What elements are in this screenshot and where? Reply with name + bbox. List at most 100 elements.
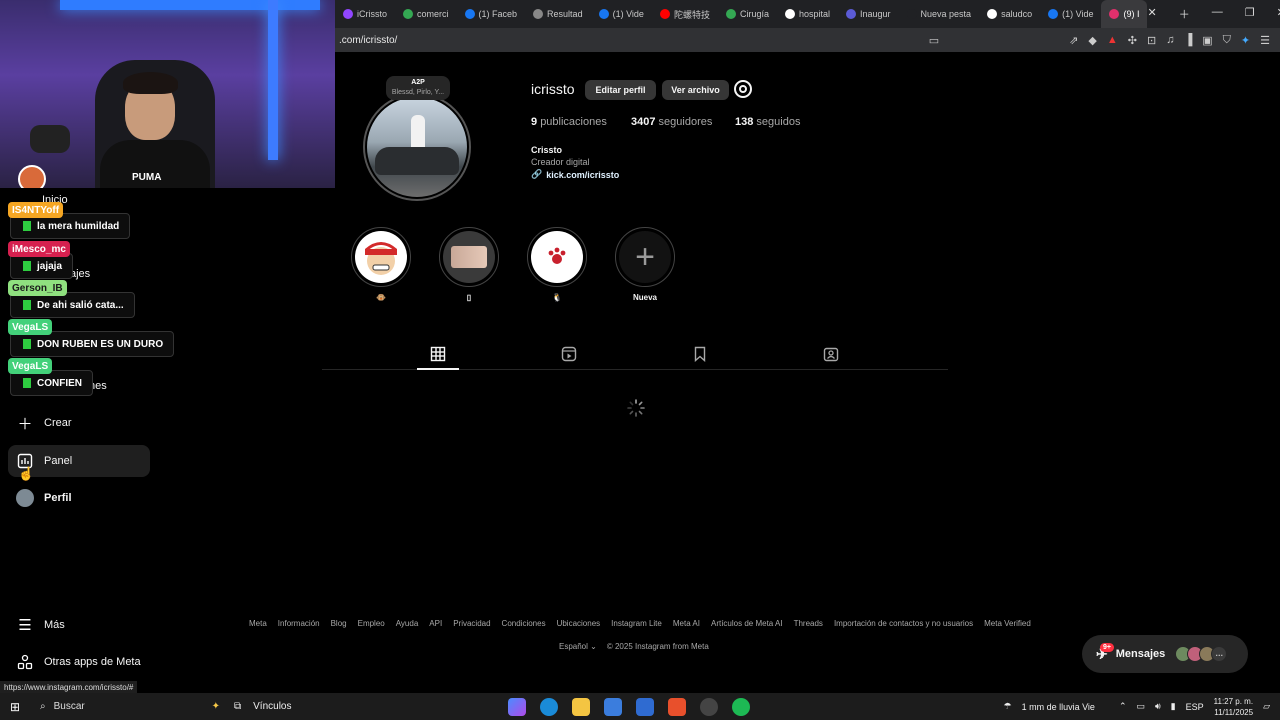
tab-favicon-icon <box>987 9 998 19</box>
sidebar-item-messages-label[interactable]: ajes <box>70 268 90 280</box>
minimize-icon[interactable]: — <box>1212 6 1223 22</box>
browser-tab[interactable]: hospital <box>777 0 838 28</box>
sidebar-item-create[interactable]: ＋ Crear <box>8 407 150 439</box>
grid-icon[interactable] <box>430 346 446 362</box>
tagged-icon[interactable] <box>823 346 839 362</box>
windows-start-icon[interactable]: ⊞ <box>0 700 30 714</box>
browser-tab[interactable]: 陀螺特技 <box>652 0 718 28</box>
chat-message-text: la mera humildad <box>37 220 120 232</box>
taskbar-apps <box>508 697 750 716</box>
weather-text[interactable]: 1 mm de lluvia Vie <box>1022 702 1095 712</box>
chat-username: iMesco_mc <box>8 241 70 257</box>
sidebar-item-meta-apps[interactable]: Otras apps de Meta <box>8 646 150 678</box>
browser-tab[interactable]: saludco <box>979 0 1040 28</box>
messages-button[interactable]: ✈ 9+ Mensajes … <box>1082 635 1248 673</box>
more-icon: … <box>1211 646 1228 662</box>
footer-link[interactable]: Ayuda <box>396 619 419 628</box>
saved-icon[interactable] <box>692 346 708 362</box>
chat-message-text: De ahi salió cata... <box>37 299 124 311</box>
followers-label: seguidores <box>658 116 713 128</box>
reels-icon[interactable] <box>561 346 577 362</box>
sidebar-toggle-icon[interactable]: ▐ <box>1184 34 1192 47</box>
tab-label: comerci <box>417 9 449 19</box>
sidebar-item-more[interactable]: ☰ Más <box>8 609 150 641</box>
vpn-icon[interactable]: ⛉ <box>1223 34 1231 47</box>
browser-tab[interactable]: Inaugur <box>838 0 899 28</box>
browser-tab[interactable]: (9) I <box>1101 0 1148 28</box>
footer-link[interactable]: Meta Verified <box>984 619 1031 628</box>
brave-icon[interactable] <box>668 697 686 716</box>
address-bar[interactable]: .com/icrissto/ ▭ ⇗ ◆ ▲ ✣ ⊡ ♫ ▐ ▣ ⛉ ✦ ☰ <box>335 28 1280 52</box>
close-window-icon[interactable]: ✕ <box>1277 6 1280 22</box>
browser-tab[interactable]: (1) Vide <box>1040 0 1101 28</box>
battery-icon[interactable]: ▮ <box>1171 701 1176 712</box>
footer-link[interactable]: Privacidad <box>453 619 490 628</box>
share-icon[interactable]: ⇗ <box>1069 34 1078 47</box>
view-archive-button[interactable]: Ver archivo <box>662 80 729 100</box>
footer-meta: Español ⌄ © 2025 Instagram from Meta <box>559 642 709 651</box>
settings-gear-icon[interactable] <box>734 80 752 98</box>
footer-link[interactable]: Empleo <box>358 619 385 628</box>
profile-avatar[interactable] <box>363 93 471 201</box>
browser-tab[interactable]: comerci <box>395 0 457 28</box>
new-highlight-button[interactable]: + <box>615 227 675 287</box>
extensions-icon[interactable]: ✣ <box>1128 34 1137 47</box>
maximize-icon[interactable]: ❐ <box>1245 6 1255 22</box>
following-stat[interactable]: 138 seguidos <box>735 116 800 128</box>
brave-shield-icon[interactable]: ◆ <box>1088 34 1096 47</box>
footer-link[interactable]: Blog <box>331 619 347 628</box>
edit-profile-button[interactable]: Editar perfil <box>585 80 656 100</box>
language-indicator[interactable]: ESP <box>1186 702 1204 712</box>
edge-icon[interactable] <box>540 697 558 716</box>
obs-icon[interactable] <box>700 697 718 716</box>
menu-icon[interactable]: ☰ <box>1260 34 1270 47</box>
wallet-icon[interactable]: ▣ <box>1202 34 1212 47</box>
footer-link[interactable]: API <box>429 619 442 628</box>
new-tab-icon[interactable]: ＋ <box>1179 6 1190 22</box>
footer-link[interactable]: Meta <box>249 619 267 628</box>
vinculos-label[interactable]: Vínculos <box>253 701 291 712</box>
highlight-3[interactable] <box>527 227 587 287</box>
profile-note[interactable]: A2P Blessd, Pirlo, Y... <box>386 76 450 100</box>
footer-link[interactable]: Meta AI <box>673 619 700 628</box>
footer-link[interactable]: Instagram Lite <box>611 619 662 628</box>
sidebar-item-profile[interactable]: Perfil <box>8 482 150 514</box>
highlight-2[interactable] <box>439 227 499 287</box>
notification-icon[interactable]: ▱ <box>1263 701 1270 712</box>
footer-link[interactable]: Información <box>278 619 320 628</box>
copilot-icon[interactable] <box>508 697 526 716</box>
browser-tab[interactable]: Cirugía <box>718 0 777 28</box>
profile-link[interactable]: 🔗 kick.com/icrissto <box>531 169 619 180</box>
footer-link[interactable]: Threads <box>794 619 823 628</box>
followers-stat[interactable]: 3407 seguidores <box>631 116 712 128</box>
music-icon[interactable]: ♫ <box>1166 34 1174 47</box>
close-tab-icon[interactable]: ✕ <box>1147 6 1156 22</box>
network-icon[interactable]: ▭ <box>1136 701 1145 712</box>
ai-icon[interactable]: ✦ <box>1241 34 1250 47</box>
highlight-1[interactable] <box>351 227 411 287</box>
volume-icon[interactable]: 🔊︎ <box>1155 701 1161 712</box>
taskbar-search[interactable]: ⌕ Buscar ✦ <box>30 701 220 712</box>
browser-tab[interactable]: Nueva pesta <box>899 0 980 28</box>
footer-link[interactable]: Condiciones <box>502 619 546 628</box>
address-text[interactable]: .com/icrissto/ <box>339 35 397 46</box>
cast-icon[interactable]: ▭ <box>929 34 939 47</box>
language-select[interactable]: Español ⌄ <box>559 642 597 651</box>
task-view-icon[interactable]: ⧉ <box>234 701 241 712</box>
footer-link[interactable]: Ubicaciones <box>557 619 601 628</box>
store-icon[interactable] <box>604 697 622 716</box>
streamer-hair <box>123 72 178 94</box>
footer-link[interactable]: Importación de contactos y no usuarios <box>834 619 973 628</box>
browser-tab[interactable]: (1) Faceb <box>457 0 526 28</box>
footer-link[interactable]: Artículos de Meta AI <box>711 619 783 628</box>
browser-tab[interactable]: iCrissto <box>335 0 395 28</box>
browser-tab[interactable]: Resultad <box>525 0 591 28</box>
screenshot-icon[interactable]: ⊡ <box>1147 34 1156 47</box>
rewards-icon[interactable]: ▲ <box>1107 34 1118 47</box>
file-explorer-icon[interactable] <box>572 697 590 716</box>
mail-icon[interactable] <box>636 697 654 716</box>
browser-tab[interactable]: (1) Vide <box>591 0 652 28</box>
clock[interactable]: 11:27 p. m. 11/11/2025 <box>1214 696 1253 718</box>
chevron-up-icon[interactable]: ⌃ <box>1119 701 1127 712</box>
spotify-icon[interactable] <box>732 697 750 716</box>
